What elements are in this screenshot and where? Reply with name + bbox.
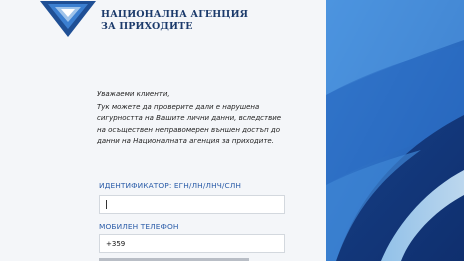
truncated-hint <box>99 256 249 261</box>
agency-name-line2: ЗА ПРИХОДИТЕ <box>101 20 193 32</box>
mobile-phone-label: МОБИЛЕН ТЕЛЕФОН <box>99 222 179 231</box>
text-caret <box>106 200 107 209</box>
decorative-background <box>326 0 464 261</box>
agency-name-line1: НАЦИОНАЛНА АГЕНЦИЯ <box>101 9 249 20</box>
intro-line: данни на Националната агенция за приходи… <box>97 137 274 145</box>
mobile-phone-input[interactable]: +359 <box>99 234 285 253</box>
content-panel: НАЦИОНАЛНА АГЕНЦИЯ ЗА ПРИХОДИТЕ Уважаеми… <box>0 0 326 261</box>
page: НАЦИОНАЛНА АГЕНЦИЯ ЗА ПРИХОДИТЕ Уважаеми… <box>0 0 464 261</box>
intro-line: сигурността на Вашите лични данни, вслед… <box>97 114 282 122</box>
identifier-input[interactable] <box>99 195 285 214</box>
intro-line: на осъществен неправомерен външен достъп… <box>97 125 281 134</box>
agency-name: НАЦИОНАЛНА АГЕНЦИЯ ЗА ПРИХОДИТЕ <box>101 9 248 32</box>
identifier-label: ИДЕНТИФИКАТОР: ЕГН/ЛН/ЛНЧ/СЛН <box>99 181 242 190</box>
greeting: Уважаеми клиенти, <box>97 90 170 98</box>
blue-waves-graphic <box>326 0 464 261</box>
mobile-phone-value: +359 <box>106 239 126 248</box>
nra-logo-icon <box>40 1 96 37</box>
intro-line: Тук можете да проверите дали е нарушена <box>97 102 260 111</box>
intro-text: Уважаеми клиенти, Тук можете да проверит… <box>97 89 323 148</box>
